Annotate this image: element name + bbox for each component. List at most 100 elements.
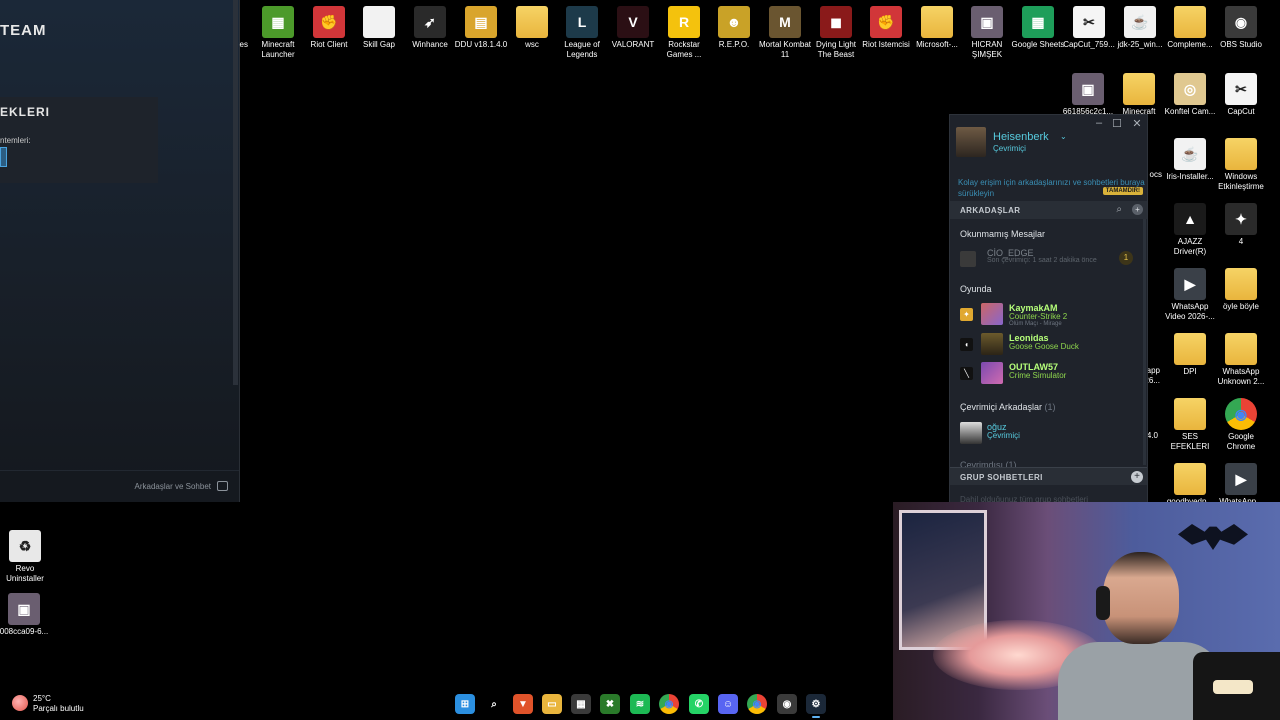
search-icon[interactable]: ⌕ bbox=[1116, 204, 1122, 215]
minecraft-icon: ▦ bbox=[262, 6, 294, 38]
weather-widget[interactable]: 25°C Parçalı bulutlu bbox=[10, 693, 130, 715]
desktop-icon[interactable]: ▶ WhatsApp Video 2026-... bbox=[1163, 268, 1217, 322]
desktop-icon[interactable]: WhatsApp Unknown 2... bbox=[1214, 333, 1268, 387]
desktop-icon[interactable]: ☻ R.E.P.O. bbox=[707, 6, 761, 50]
friends-scrollbar[interactable] bbox=[1143, 219, 1146, 465]
spotify-icon[interactable]: ≋ bbox=[630, 694, 650, 714]
document-icon bbox=[363, 6, 395, 38]
desktop-icon[interactable]: ➶ Winhance bbox=[403, 6, 457, 50]
file-explorer-icon[interactable]: ▭ bbox=[542, 694, 562, 714]
desktop-icon[interactable]: L League of Legends bbox=[555, 6, 609, 60]
discord-icon[interactable]: ☺ bbox=[718, 694, 738, 714]
desktop-icon[interactable]: ✊ Riot Client bbox=[302, 6, 356, 50]
desktop-icon[interactable]: V VALORANT bbox=[606, 6, 660, 50]
desktop-icon[interactable]: ♻ Revo Uninstaller bbox=[0, 530, 52, 584]
desktop-icon[interactable]: ▣ 661856c2c1... bbox=[1061, 73, 1115, 117]
desktop-icon[interactable]: ◎ Konftel Cam... bbox=[1163, 73, 1217, 117]
desktop-icon[interactable]: ▣ 008cca09-6... bbox=[0, 593, 51, 637]
desktop-icon-label: Konftel Cam... bbox=[1164, 107, 1216, 116]
desktop-icon[interactable]: ✂ CapCut_759... bbox=[1062, 6, 1116, 50]
desktop-icon-label: Riot Istemcisi bbox=[862, 40, 910, 49]
add-friend-icon[interactable]: + bbox=[1132, 204, 1143, 215]
desktop-icon[interactable]: SES EFEKLERI bbox=[1163, 398, 1217, 452]
steam-main-scrollbar[interactable] bbox=[233, 0, 238, 385]
desktop-icon[interactable]: ☕ Iris-Installer... bbox=[1163, 138, 1217, 182]
desktop-icon[interactable]: ▦ Minecraft Launcher bbox=[251, 6, 305, 60]
desktop-icon[interactable]: ◉ Google Chrome bbox=[1214, 398, 1268, 452]
desktop-icon[interactable]: wsc bbox=[505, 6, 559, 50]
desktop-icon[interactable]: Microsoft-... bbox=[910, 6, 964, 50]
obs-icon[interactable]: ◉ bbox=[777, 694, 797, 714]
hint-ok-button[interactable]: TAMAMDIR! bbox=[1102, 187, 1143, 195]
friend-avatar bbox=[960, 251, 976, 267]
rocket-icon: ➶ bbox=[414, 6, 446, 38]
chevron-down-icon[interactable]: ⌄ bbox=[1060, 132, 1067, 141]
partial-icon-label[interactable]: es bbox=[222, 40, 248, 49]
desktop-icon[interactable]: Minecraft bbox=[1112, 73, 1166, 117]
unread-group-title[interactable]: Okunmamış Mesajlar bbox=[960, 229, 1045, 239]
friends-and-chat-button[interactable]: Arkadaşlar ve Sohbet bbox=[135, 482, 212, 491]
desktop-icon[interactable]: ▲ AJAZZ Driver(R) bbox=[1163, 203, 1217, 257]
folder-icon bbox=[921, 6, 953, 38]
xbox-icon[interactable]: ✖ bbox=[600, 694, 620, 714]
group-chats-title[interactable]: GRUP SOHBETLERI bbox=[960, 473, 1043, 482]
desktop-icon-label: AJAZZ Driver(R) bbox=[1173, 237, 1207, 256]
desktop-icon[interactable]: ▣ HICRAN ŞIMŞEK bbox=[960, 6, 1014, 60]
desktop-icon-label: Google Chrome bbox=[1226, 432, 1256, 451]
riot-icon: ✊ bbox=[870, 6, 902, 38]
desktop-icon[interactable]: ✊ Riot Istemcisi bbox=[859, 6, 913, 50]
desktop-icon[interactable]: Skill Gap bbox=[352, 6, 406, 50]
user-profile[interactable]: Heisenberk ⌄ Çevrimiçi bbox=[956, 127, 1146, 157]
video-icon: ▶ bbox=[1225, 463, 1257, 495]
desktop-icon[interactable]: ▤ DDU v18.1.4.0 bbox=[454, 6, 508, 50]
desktop-icon-label: Windows Etkinleştirme bbox=[1218, 172, 1264, 191]
friend-avatar bbox=[981, 333, 1003, 355]
headset-icon bbox=[1096, 586, 1110, 620]
friends-chat-icon[interactable] bbox=[217, 481, 228, 491]
steam-icon[interactable]: ⚙ bbox=[806, 694, 826, 718]
friend-row-online[interactable]: oğuz Çevrimiçi bbox=[950, 421, 1147, 449]
brave-icon[interactable]: ▼ bbox=[513, 694, 533, 714]
desktop-icon-label: Winhance bbox=[412, 40, 448, 49]
user-avatar[interactable] bbox=[956, 127, 986, 157]
desktop-icon[interactable]: goodbyedp... bbox=[1163, 463, 1217, 507]
section-control[interactable] bbox=[0, 147, 7, 167]
desktop-icon-label: Google Sheets bbox=[1011, 40, 1065, 49]
desktop-icon-label: Mortal Kombat 11 bbox=[758, 40, 812, 59]
desktop-icon-label: Riot Client bbox=[310, 40, 348, 49]
friend-row-ingame[interactable]: ✦ KaymakAM Counter-Strike 2 Ölüm Maçı - … bbox=[950, 302, 1147, 330]
username[interactable]: Heisenberk bbox=[993, 131, 1049, 143]
chrome-alt-icon[interactable]: ◉ bbox=[747, 694, 767, 714]
whatsapp-icon[interactable]: ✆ bbox=[689, 694, 709, 714]
desk-light bbox=[1213, 680, 1253, 694]
desktop-icon[interactable]: ◉ OBS Studio bbox=[1214, 6, 1268, 50]
desktop-icon[interactable]: DPI bbox=[1163, 333, 1217, 377]
steam-brand-logo: TEAM bbox=[0, 22, 47, 39]
desktop-icon[interactable]: R Rockstar Games ... bbox=[657, 6, 711, 60]
chrome-icon[interactable]: ◉ bbox=[659, 694, 679, 714]
desktop-icon[interactable]: M Mortal Kombat 11 bbox=[758, 6, 812, 60]
obs-icon: ◉ bbox=[1225, 6, 1257, 38]
cs2-game-icon: ✦ bbox=[960, 308, 973, 321]
online-group-title[interactable]: Çevrimiçi Arkadaşlar (1) bbox=[960, 402, 1056, 412]
desktop-icon[interactable]: ▶WhatsApp... bbox=[1214, 463, 1268, 507]
online-group-count: (1) bbox=[1044, 402, 1056, 412]
desktop-icon[interactable]: Windows Etkinleştirme bbox=[1214, 138, 1268, 192]
windows-start-icon[interactable]: ⊞ bbox=[455, 694, 475, 714]
friend-row-ingame[interactable]: ◖ Leonidas Goose Goose Duck bbox=[950, 332, 1147, 360]
store-icon[interactable]: ▦ bbox=[571, 694, 591, 714]
search-icon[interactable]: ⌕ bbox=[484, 694, 504, 714]
desktop-icon[interactable]: öyle böyle bbox=[1214, 268, 1268, 312]
friend-row-ingame[interactable]: ╲ OUTLAW57 Crime Simulator bbox=[950, 361, 1147, 389]
weather-temperature: 25°C bbox=[33, 694, 51, 703]
desktop-icon[interactable]: ✂ CapCut bbox=[1214, 73, 1268, 117]
add-group-chat-icon[interactable]: + bbox=[1131, 471, 1143, 483]
desktop-icon[interactable]: ✦ 4 bbox=[1214, 203, 1268, 247]
desktop-icon[interactable]: ▦ Google Sheets bbox=[1011, 6, 1065, 50]
desktop-icon[interactable]: ◼ Dying Light The Beast bbox=[809, 6, 863, 60]
ingame-group-title[interactable]: Oyunda bbox=[960, 284, 992, 294]
friend-avatar bbox=[960, 422, 982, 444]
desktop-icon[interactable]: ☕ jdk-25_win... bbox=[1113, 6, 1167, 50]
friend-row-unread[interactable]: CİO_EDGE Son çevrimiçi: 1 saat 2 dakika … bbox=[950, 247, 1147, 275]
desktop-icon[interactable]: Compleme... bbox=[1163, 6, 1217, 50]
